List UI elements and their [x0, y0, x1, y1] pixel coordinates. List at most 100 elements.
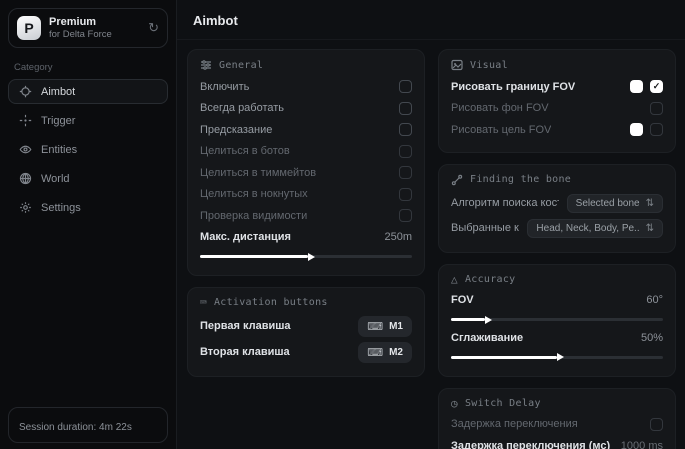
checkbox[interactable] — [399, 102, 412, 115]
setting-label: Проверка видимости — [200, 210, 307, 222]
card-title-label: Accuracy — [465, 274, 516, 285]
slider-fill[interactable] — [451, 356, 557, 359]
setting-row: Целиться в тиммейтов — [200, 162, 412, 184]
setting-label: Рисовать цель FOV — [451, 124, 551, 136]
timer-icon: ◷ — [451, 398, 458, 409]
setting-label: Предсказание — [200, 124, 272, 136]
sidebar-item-settings[interactable]: Settings — [8, 195, 168, 220]
keybind-label: Первая клавиша — [200, 320, 291, 332]
keybind-button-m1[interactable]: ⌨ M1 — [358, 316, 412, 337]
checkbox[interactable] — [650, 123, 663, 136]
card-accuracy-header: △ Accuracy — [451, 274, 663, 285]
brand-card: P Premium for Delta Force ↻ — [8, 8, 168, 48]
chevron-updown-icon: ⇅ — [646, 223, 654, 234]
checkbox[interactable] — [650, 418, 663, 431]
setting-label: Рисовать фон FOV — [451, 102, 549, 114]
keybind-row: Вторая клавиша ⌨ M2 — [200, 339, 412, 365]
select-value: Head, Neck, Body, Pe.. — [536, 223, 639, 234]
keyboard-icon: ⌨ — [367, 346, 383, 359]
setting-row: Проверка видимости — [200, 205, 412, 227]
row-controls — [630, 123, 663, 136]
setting-row: Рисовать границу FOV — [451, 76, 663, 98]
card-switch-delay: ◷ Switch Delay Задержка переключения Зад… — [438, 388, 676, 449]
sidebar-item-label: World — [41, 173, 70, 185]
checkbox[interactable] — [650, 102, 663, 115]
setting-label: Задержка переключения — [451, 418, 578, 430]
sidebar: P Premium for Delta Force ↻ Category Aim… — [0, 0, 176, 449]
setting-row: Предсказание — [200, 119, 412, 141]
slider-fill[interactable] — [200, 255, 308, 258]
entities-icon — [18, 143, 32, 157]
selected-bones-select[interactable]: Head, Neck, Body, Pe.. ⇅ — [527, 219, 663, 238]
checkbox[interactable] — [399, 80, 412, 93]
card-activation-header: ⌨ Activation buttons — [200, 297, 412, 308]
main-header: Aimbot — [177, 0, 685, 40]
card-title-label: General — [219, 60, 263, 71]
slider-value: 1000 ms — [621, 440, 663, 449]
select-label: Выбранные кости — [451, 222, 519, 234]
card-title-label: Visual — [470, 60, 508, 71]
setting-row: Рисовать фон FOV — [451, 98, 663, 120]
checkbox[interactable] — [399, 209, 412, 222]
setting-label: Рисовать границу FOV — [451, 81, 575, 93]
card-finding-bone: Finding the bone Алгоритм поиска костей … — [438, 164, 676, 253]
card-accuracy: △ Accuracy FOV 60° Сглаживание 50% — [438, 264, 676, 377]
chevron-updown-icon: ⇅ — [646, 198, 654, 209]
sidebar-item-label: Aimbot — [41, 86, 75, 98]
right-column: Visual Рисовать границу FOV Рисовать фон… — [438, 49, 676, 449]
content: General Включить Всегда работать Предска… — [177, 40, 685, 449]
app-window: P Premium for Delta Force ↻ Category Aim… — [0, 0, 685, 449]
checkbox[interactable] — [399, 145, 412, 158]
card-title-label: Activation buttons — [214, 297, 328, 308]
main-panel: Aimbot General Включить — [176, 0, 685, 449]
smoothing-slider[interactable] — [451, 356, 663, 359]
color-swatch[interactable] — [630, 123, 643, 136]
checkbox[interactable] — [399, 123, 412, 136]
image-icon — [451, 59, 463, 71]
fov-slider[interactable] — [451, 318, 663, 321]
keybind-button-m2[interactable]: ⌨ M2 — [358, 342, 412, 363]
checkbox[interactable] — [650, 80, 663, 93]
setting-row: Всегда работать — [200, 98, 412, 120]
setting-row: Рисовать цель FOV — [451, 119, 663, 141]
checkbox[interactable] — [399, 188, 412, 201]
slider-label: Сглаживание — [451, 332, 523, 344]
setting-row: Целиться в ботов — [200, 141, 412, 163]
checkbox[interactable] — [399, 166, 412, 179]
slider-value: 50% — [641, 332, 663, 344]
color-swatch[interactable] — [630, 80, 643, 93]
max-distance-slider[interactable] — [200, 255, 412, 258]
refresh-icon[interactable]: ↻ — [148, 20, 159, 36]
card-title-label: Finding the bone — [470, 174, 571, 185]
sliders-icon — [200, 59, 212, 71]
slider-row: Макс. дистанция 250m — [200, 227, 412, 249]
sidebar-item-label: Settings — [41, 202, 81, 214]
card-visual: Visual Рисовать границу FOV Рисовать фон… — [438, 49, 676, 153]
card-bone-header: Finding the bone — [451, 174, 663, 186]
row-controls — [630, 80, 663, 93]
sidebar-item-world[interactable]: World — [8, 166, 168, 191]
slider-label: Задержка переключения (мс) — [451, 440, 610, 449]
sidebar-item-entities[interactable]: Entities — [8, 137, 168, 162]
sidebar-item-trigger[interactable]: Trigger — [8, 108, 168, 133]
bone-icon — [451, 174, 463, 186]
brand-logo: P — [17, 16, 41, 40]
select-row: Выбранные кости Head, Neck, Body, Pe.. ⇅ — [451, 216, 663, 241]
crosshair-icon — [18, 85, 32, 99]
card-title-label: Switch Delay — [465, 398, 541, 409]
slider-value: 250m — [384, 231, 412, 243]
row-controls — [650, 102, 663, 115]
bone-algorithm-select[interactable]: Selected bone ⇅ — [567, 194, 663, 213]
setting-row: Включить — [200, 76, 412, 98]
slider-row: Задержка переключения (мс) 1000 ms — [451, 435, 663, 449]
setting-label: Всегда работать — [200, 102, 284, 114]
select-label: Алгоритм поиска костей — [451, 197, 559, 209]
setting-label: Целиться в тиммейтов — [200, 167, 316, 179]
setting-row: Целиться в нокнутых — [200, 184, 412, 206]
slider-fill[interactable] — [451, 318, 485, 321]
slider-row: Сглаживание 50% — [451, 327, 663, 349]
sidebar-item-aimbot[interactable]: Aimbot — [8, 79, 168, 104]
slider-label: FOV — [451, 294, 474, 306]
category-label: Category — [14, 62, 168, 73]
keyboard-icon: ⌨ — [200, 297, 207, 308]
